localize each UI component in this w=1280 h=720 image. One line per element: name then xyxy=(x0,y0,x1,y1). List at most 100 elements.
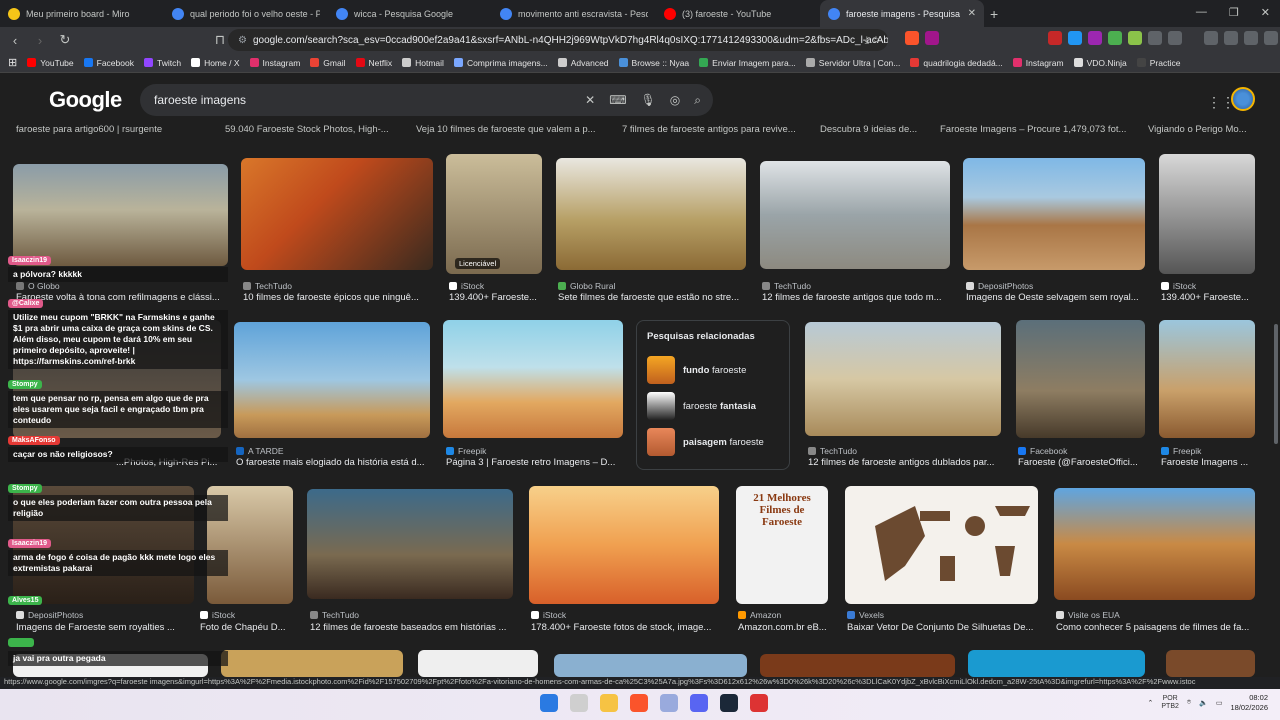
wallet-icon[interactable] xyxy=(1168,31,1182,45)
apps-grid-icon[interactable]: ⊞ xyxy=(8,56,17,69)
bookmark-item[interactable]: Enviar Imagem para... xyxy=(699,58,796,68)
battery-icon[interactable]: ▭ xyxy=(1216,699,1223,707)
result-caption[interactable]: 178.400+ Faroeste fotos de stock, image.… xyxy=(531,622,721,633)
forward-icon[interactable]: › xyxy=(30,33,50,48)
brave-shield-icon[interactable] xyxy=(905,31,919,45)
taskbar-app-icon[interactable] xyxy=(570,694,588,712)
result-caption[interactable]: 139.400+ Faroeste... xyxy=(449,292,543,303)
reload-icon[interactable]: ↻ xyxy=(55,32,75,48)
bookmark-item[interactable]: Servidor Ultra | Con... xyxy=(805,58,900,68)
related-item[interactable]: faroeste fantasia xyxy=(647,388,779,424)
result-caption[interactable]: Como conhecer 5 paisagens de filmes de f… xyxy=(1056,622,1256,633)
result-caption[interactable]: 12 filmes de faroeste antigos que todo m… xyxy=(762,292,950,303)
related-item[interactable]: paisagem faroeste xyxy=(647,424,779,460)
media-icon[interactable] xyxy=(1204,31,1218,45)
image-result[interactable] xyxy=(1159,154,1255,274)
image-result[interactable] xyxy=(554,654,747,677)
google-logo[interactable]: Google xyxy=(49,87,122,113)
bookmark-item[interactable]: Practice xyxy=(1136,58,1180,68)
bookmark-item[interactable]: YouTube xyxy=(27,58,74,68)
keyboard-icon[interactable]: ⌨ xyxy=(609,93,626,108)
bookmark-icon[interactable]: ⊓ xyxy=(210,32,230,48)
result-caption[interactable]: Baixar Vetor De Conjunto De Silhuetas De… xyxy=(847,622,1039,633)
bookmark-item[interactable]: Facebook xyxy=(83,58,134,68)
image-result[interactable] xyxy=(234,322,430,438)
page-scrollbar[interactable] xyxy=(1272,124,1280,677)
taskbar-app-icon[interactable] xyxy=(660,694,678,712)
bookmark-item[interactable]: Home / X xyxy=(191,58,240,68)
file-explorer-icon[interactable] xyxy=(600,694,618,712)
image-result[interactable] xyxy=(443,320,623,438)
tab-miro[interactable]: Meu primeiro board - Miro xyxy=(0,0,164,27)
clock[interactable]: 08:02 18/02/2026 xyxy=(1230,693,1268,713)
result-caption[interactable]: Descubra 9 ideias de... xyxy=(820,124,917,135)
result-caption[interactable]: O faroeste mais elogiado da história est… xyxy=(236,457,430,468)
image-result[interactable] xyxy=(446,154,542,274)
rewards-icon[interactable] xyxy=(925,31,939,45)
result-caption[interactable]: 12 filmes de faroeste antigos dublados p… xyxy=(808,457,1002,468)
vpn-icon[interactable] xyxy=(1264,31,1278,45)
result-caption[interactable]: Página 3 | Faroeste retro Imagens – D... xyxy=(446,457,624,468)
bookmark-item[interactable]: Gmail xyxy=(310,58,346,68)
windows-start-icon[interactable] xyxy=(540,694,558,712)
bookmark-item[interactable]: Instagram xyxy=(249,58,300,68)
keyboard-language[interactable]: POR PTB2 xyxy=(1161,695,1179,711)
bookmark-item[interactable]: Twitch xyxy=(143,58,181,68)
sidebar-icon[interactable] xyxy=(1224,31,1238,45)
image-result[interactable] xyxy=(760,161,950,269)
image-result[interactable] xyxy=(760,654,955,677)
extension-icon[interactable] xyxy=(1068,31,1082,45)
tray-chevron-icon[interactable]: ⌃ xyxy=(1148,699,1154,707)
image-result[interactable] xyxy=(13,164,228,266)
extension-icon[interactable] xyxy=(1048,31,1062,45)
result-caption[interactable]: faroeste para artigo600 | rsurgente xyxy=(16,124,162,135)
back-icon[interactable]: ‹ xyxy=(5,33,25,48)
tab-youtube[interactable]: (3) faroeste - YouTube xyxy=(656,0,820,27)
avatar[interactable] xyxy=(1231,87,1255,111)
search-icon[interactable]: ⌕ xyxy=(694,93,701,108)
image-result[interactable] xyxy=(963,158,1145,270)
image-result[interactable] xyxy=(418,650,538,677)
result-caption[interactable]: Imagens de Faroeste sem royalties ... xyxy=(16,622,196,633)
result-caption[interactable]: 10 filmes de faroeste épicos que ninguê.… xyxy=(243,292,435,303)
result-caption[interactable]: Sete filmes de faroeste que estão no str… xyxy=(558,292,746,303)
tab-active[interactable]: faroeste imagens - Pesquisa Goo ✕ xyxy=(820,0,984,27)
image-result[interactable] xyxy=(1016,320,1145,438)
result-caption[interactable]: Faroeste Imagens ... xyxy=(1161,457,1255,468)
restore-icon[interactable]: ❐ xyxy=(1229,6,1239,19)
image-result[interactable] xyxy=(805,322,1001,436)
image-result[interactable]: 21 Melhores Filmes de Faroeste xyxy=(736,486,828,604)
scrollbar-thumb[interactable] xyxy=(1274,324,1278,444)
bookmark-item[interactable]: Netflix xyxy=(355,58,392,68)
result-caption[interactable]: 59.040 Faroeste Stock Photos, High-... xyxy=(225,124,389,135)
image-result[interactable] xyxy=(1159,320,1255,438)
close-tab-icon[interactable]: ✕ xyxy=(968,8,976,19)
steam-icon[interactable] xyxy=(720,694,738,712)
network-icon[interactable]: ⌾ xyxy=(1187,699,1191,707)
result-caption[interactable]: Amazon.com.br eB... xyxy=(738,622,832,633)
minimize-icon[interactable]: — xyxy=(1196,6,1207,19)
result-caption[interactable]: Faroeste (@FaroesteOffici... xyxy=(1018,457,1146,468)
search-input[interactable]: faroeste imagens ✕ ⌨ 🎙 ◎ ⌕ xyxy=(140,84,713,116)
tab-google-2[interactable]: wicca - Pesquisa Google xyxy=(328,0,492,27)
bookmark-item[interactable]: Browse :: Nyaa xyxy=(618,58,689,68)
bookmark-item[interactable]: VDO.Ninja xyxy=(1073,58,1127,68)
tab-google-1[interactable]: qual periodo foi o velho oeste - Pesq xyxy=(164,0,328,27)
image-result[interactable] xyxy=(221,650,403,677)
image-result[interactable] xyxy=(241,158,433,270)
result-caption[interactable]: 7 filmes de faroeste antigos para revive… xyxy=(622,124,796,135)
extension-icon[interactable] xyxy=(1108,31,1122,45)
result-caption[interactable]: Foto de Chapéu D... xyxy=(200,622,294,633)
brave-icon[interactable] xyxy=(630,694,648,712)
result-caption[interactable]: 12 filmes de faroeste baseados em histór… xyxy=(310,622,514,633)
address-bar[interactable]: ⚙ google.com/search?sca_esv=0ccad900ef2a… xyxy=(228,29,888,51)
bookmark-item[interactable]: Advanced xyxy=(557,58,609,68)
bookmark-item[interactable]: Hotmail xyxy=(402,58,444,68)
taskbar-app-icon[interactable] xyxy=(750,694,768,712)
related-item[interactable]: fundo faroeste xyxy=(647,352,779,388)
puzzle-icon[interactable] xyxy=(1148,31,1162,45)
result-caption[interactable]: 139.400+ Faroeste... xyxy=(1161,292,1255,303)
tab-google-3[interactable]: movimento anti escravista - Pesquisa xyxy=(492,0,656,27)
bookmark-item[interactable]: Instagram xyxy=(1012,58,1064,68)
lens-icon[interactable]: ◎ xyxy=(670,93,680,108)
